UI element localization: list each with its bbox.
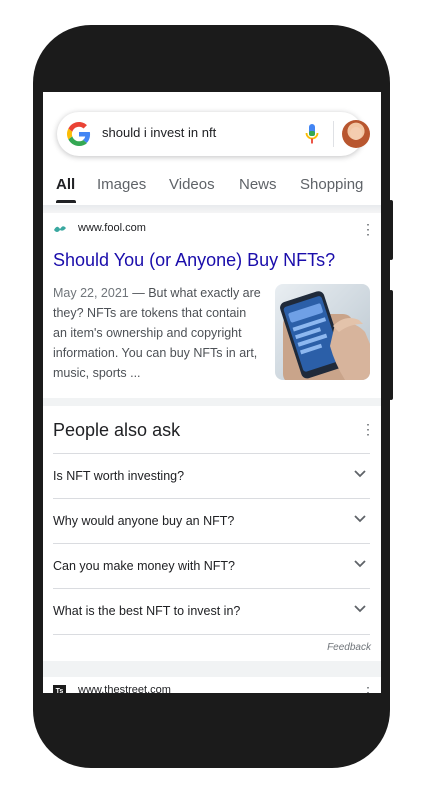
phone-in-hand-image (280, 291, 370, 380)
result-date: May 22, 2021 (53, 286, 129, 300)
paa-question: Why would anyone buy an NFT? (53, 514, 235, 528)
paa-question-row[interactable]: Why would anyone buy an NFT? (53, 498, 370, 544)
fool-favicon-icon (54, 226, 66, 232)
paa-question: Can you make money with NFT? (53, 559, 236, 573)
search-input[interactable]: should i invest in nft (102, 125, 216, 140)
tab-videos[interactable]: Videos (169, 176, 215, 201)
thestreet-favicon-icon: Ts (53, 685, 66, 693)
avatar[interactable] (342, 120, 370, 148)
more-vert-icon[interactable]: ⋮ (361, 685, 375, 693)
active-tab-indicator (56, 200, 76, 203)
search-bar-divider (333, 121, 334, 147)
phone-side-button-upper (389, 200, 393, 260)
chevron-down-icon (354, 470, 366, 478)
tab-news[interactable]: News (239, 176, 277, 201)
google-g-icon (67, 122, 91, 146)
paa-question: Is NFT worth investing? (53, 469, 185, 483)
tabs-divider (43, 205, 381, 213)
people-also-ask-panel: People also ask ⋮ Is NFT worth investing… (43, 406, 381, 661)
chevron-down-icon (354, 605, 366, 613)
paa-question-row[interactable]: Can you make money with NFT? (53, 543, 370, 589)
tab-images[interactable]: Images (97, 176, 146, 201)
section-separator (43, 661, 381, 677)
result-thumbnail[interactable] (275, 284, 370, 380)
phone-screen: should i invest in nft All Images Videos… (43, 92, 381, 693)
search-result-card: Ts www.thestreet.com ⋮ (43, 677, 381, 693)
chevron-down-icon (354, 515, 366, 523)
tab-shopping[interactable]: Shopping (300, 176, 363, 201)
feedback-link[interactable]: Feedback (327, 642, 371, 653)
result-snippet-text: — But what exactly are they? NFTs are to… (53, 286, 261, 380)
paa-question: What is the best NFT to invest in? (53, 604, 241, 618)
result-snippet: May 22, 2021 — But what exactly are they… (53, 283, 263, 383)
tab-all[interactable]: All (56, 176, 75, 201)
mic-icon[interactable] (305, 123, 319, 145)
section-separator (43, 398, 381, 406)
people-also-ask-title: People also ask (53, 420, 181, 440)
result-title-link[interactable]: Should You (or Anyone) Buy NFTs? (53, 250, 335, 271)
search-result-card: www.fool.com ⋮ Should You (or Anyone) Bu… (43, 213, 381, 398)
more-vert-icon[interactable]: ⋮ (361, 222, 375, 236)
paa-question-row[interactable]: What is the best NFT to invest in? (53, 588, 370, 635)
result-site-url[interactable]: www.fool.com (78, 222, 146, 234)
search-bar[interactable]: should i invest in nft (57, 112, 370, 156)
paa-question-row[interactable]: Is NFT worth investing? (53, 453, 370, 499)
result-site-url[interactable]: www.thestreet.com (78, 684, 171, 693)
chevron-down-icon (354, 560, 366, 568)
phone-side-button-lower (389, 290, 393, 400)
more-vert-icon[interactable]: ⋮ (361, 422, 375, 436)
